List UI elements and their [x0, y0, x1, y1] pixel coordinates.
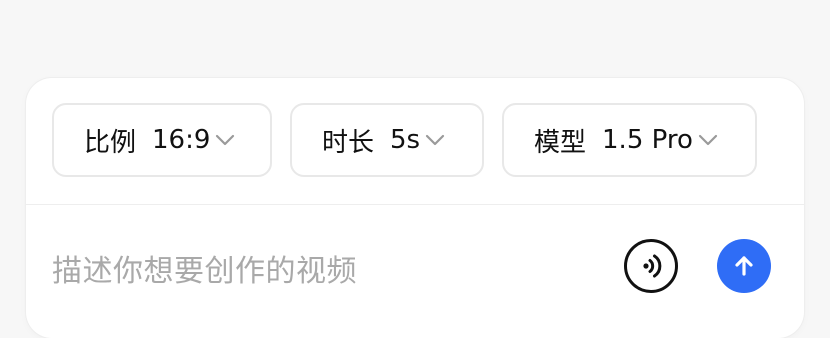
chevron-down-icon — [214, 129, 236, 151]
chevron-down-icon — [697, 129, 719, 151]
chevron-down-icon — [424, 129, 446, 151]
voice-input-button[interactable] — [624, 239, 678, 293]
divider — [26, 204, 804, 205]
model-value: 1.5 Pro — [602, 125, 693, 155]
duration-selector[interactable]: 时长 5s — [290, 103, 484, 177]
model-label: 模型 — [534, 127, 587, 158]
model-selector[interactable]: 模型 1.5 Pro — [502, 103, 757, 177]
ratio-label: 比例 — [84, 127, 137, 158]
duration-value: 5s — [390, 125, 421, 155]
ratio-selector[interactable]: 比例 16:9 — [52, 103, 272, 177]
prompt-input[interactable]: 描述你想要创作的视频 — [52, 246, 357, 290]
voice-wave-icon — [636, 251, 666, 281]
duration-label: 时长 — [322, 127, 375, 158]
send-button[interactable] — [717, 239, 771, 293]
arrow-up-icon — [731, 253, 757, 279]
prompt-composer: 比例 16:9 时长 5s 模型 1.5 Pro 描述你想要创作的视频 — [26, 78, 804, 338]
ratio-value: 16:9 — [152, 125, 211, 155]
